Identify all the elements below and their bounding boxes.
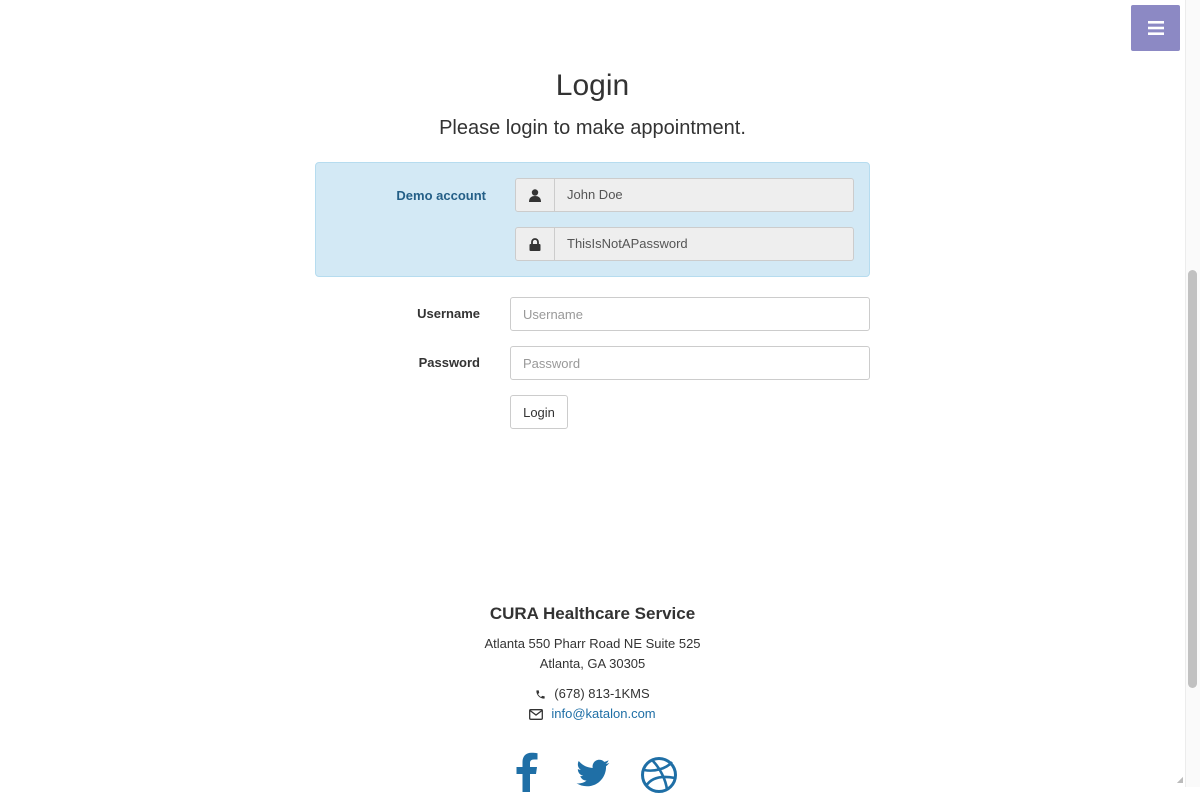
scrollbar-thumb[interactable] (1188, 270, 1197, 688)
password-label: Password (418, 355, 480, 370)
footer-address-line1: Atlanta 550 Pharr Road NE Suite 525 (484, 636, 701, 651)
menu-toggle-button[interactable] (1131, 5, 1180, 51)
footer-phone-row: (678) 813-1KMS (0, 685, 1185, 703)
lock-icon (529, 237, 541, 251)
demo-account-label: Demo account (396, 188, 486, 203)
demo-password-value[interactable]: ThisIsNotAPassword (555, 227, 854, 261)
social-links (0, 752, 1185, 793)
footer-phone: (678) 813-1KMS (554, 686, 650, 701)
bars-icon (1147, 21, 1164, 35)
demo-password-addon (515, 227, 555, 261)
username-label: Username (417, 306, 480, 321)
login-button[interactable]: Login (510, 395, 568, 429)
page-subtitle: Please login to make appointment. (439, 117, 746, 139)
user-icon (529, 188, 541, 202)
footer-email-row: info@katalon.com (0, 705, 1185, 723)
footer-company-name: CURA Healthcare Service (489, 604, 696, 623)
demo-password-group: ThisIsNotAPassword (515, 227, 854, 261)
footer-email-link[interactable]: info@katalon.com (551, 705, 655, 723)
demo-username-value[interactable]: John Doe (555, 178, 854, 212)
footer-address-line2: Atlanta, GA 30305 (539, 656, 646, 671)
page-title: Login (555, 69, 630, 102)
demo-username-addon (515, 178, 555, 212)
dribbble-icon[interactable] (640, 752, 678, 793)
password-input[interactable] (510, 346, 870, 380)
envelope-icon (529, 708, 544, 720)
resize-handle-icon: ◢ (1176, 775, 1183, 784)
facebook-icon[interactable] (508, 752, 546, 792)
phone-icon (536, 689, 545, 699)
twitter-icon[interactable] (574, 752, 612, 792)
username-input[interactable] (510, 297, 870, 331)
demo-username-group: John Doe (515, 178, 854, 212)
